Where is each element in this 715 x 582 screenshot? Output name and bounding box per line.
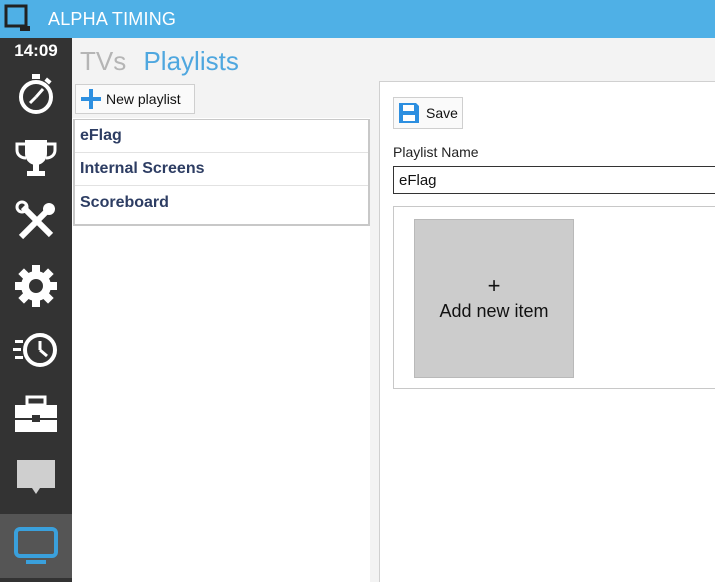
nav-toolbox[interactable] (0, 382, 72, 446)
tools-icon (15, 200, 55, 240)
title-bar: ALPHA TIMING (0, 0, 715, 38)
stopwatch-icon (19, 74, 53, 114)
playlist-item-scoreboard[interactable]: Scoreboard (75, 186, 368, 219)
left-nav: 14:09 (0, 38, 72, 582)
save-icon (399, 103, 419, 123)
toolbox-icon (15, 395, 57, 432)
playlist-name-label: Playlist Name (393, 144, 479, 160)
new-playlist-button[interactable]: New playlist (75, 84, 195, 114)
playlist-items-area: + Add new item (393, 206, 715, 389)
new-playlist-label: New playlist (106, 91, 181, 107)
nav-tools[interactable] (0, 190, 72, 254)
playlist-item-internal-screens[interactable]: Internal Screens (75, 153, 368, 186)
playlist-name-input[interactable] (393, 166, 715, 194)
save-button[interactable]: Save (393, 97, 463, 129)
playlist-item-eflag[interactable]: eFlag (75, 120, 368, 153)
playlist-panel: eFlag Internal Screens Scoreboard (72, 118, 370, 582)
monitor-icon (14, 527, 58, 564)
tab-tvs[interactable]: TVs (80, 46, 126, 76)
playlist-editor: Save Playlist Name + Add new item (379, 81, 715, 582)
page-header: TVs Playlists (80, 46, 239, 77)
history-icon (13, 333, 57, 367)
app-title: ALPHA TIMING (48, 9, 177, 29)
add-item-plus: + (487, 273, 501, 298)
app-logo-icon (4, 4, 30, 31)
nav-settings[interactable] (0, 254, 72, 318)
clock: 14:09 (14, 41, 58, 60)
nav-history[interactable] (0, 318, 72, 382)
plus-icon (81, 89, 101, 109)
add-new-item-button[interactable]: + Add new item (414, 219, 574, 378)
save-label: Save (426, 105, 458, 121)
chat-icon (17, 460, 55, 494)
nav-monitor[interactable] (0, 514, 72, 578)
trophy-icon (15, 140, 57, 176)
nav-stopwatch[interactable] (0, 62, 72, 126)
add-item-label: Add new item (439, 301, 549, 321)
nav-trophy[interactable] (0, 126, 72, 190)
gear-icon (15, 265, 57, 307)
nav-chat[interactable] (0, 446, 72, 510)
tab-playlists[interactable]: Playlists (143, 46, 238, 76)
playlist-list: eFlag Internal Screens Scoreboard (73, 119, 370, 226)
